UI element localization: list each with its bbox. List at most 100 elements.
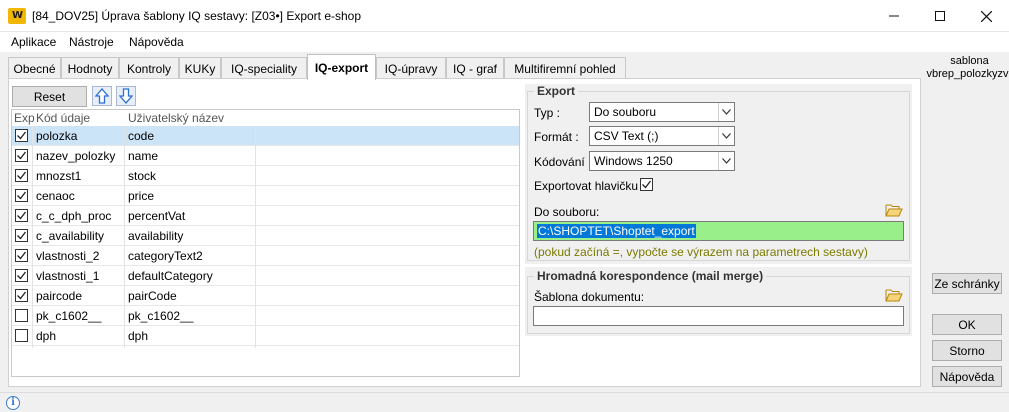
close-icon <box>980 10 992 22</box>
folder-open-icon[interactable] <box>885 287 903 302</box>
table-row[interactable]: pk_c1602__ pk_c1602__ <box>12 306 519 326</box>
export-group: Export Typ : Do souboru Formát : CSV Tex… <box>527 84 910 261</box>
tab-kuky[interactable]: KUKy <box>179 57 221 79</box>
table-row[interactable]: c_c_dph_proc percentVat <box>12 206 519 226</box>
field-code: nazev_polozky <box>36 149 116 163</box>
table-row[interactable]: cenaoc price <box>12 186 519 206</box>
maximize-button[interactable] <box>917 0 963 32</box>
format-select[interactable]: CSV Text (;) <box>589 126 735 146</box>
export-header-label: Exportovat hlavičku : <box>534 179 645 193</box>
type-select[interactable]: Do souboru <box>589 102 735 122</box>
move-down-button[interactable] <box>116 86 136 106</box>
menu-nastroje[interactable]: Nástroje <box>69 35 114 49</box>
app-logo-icon: W <box>8 8 26 24</box>
grid-column-divider <box>124 126 125 348</box>
table-row[interactable]: paircode pairCode <box>12 286 519 306</box>
tab-iq-graf[interactable]: IQ - graf <box>446 57 504 79</box>
field-user-name: pk_c1602__ <box>128 309 194 323</box>
ok-button[interactable]: OK <box>932 314 1002 335</box>
type-label: Typ : <box>534 106 561 120</box>
grid-column-divider <box>32 126 33 348</box>
field-user-name: dph <box>128 329 149 343</box>
checkmark-icon <box>642 180 652 189</box>
tab-hodnoty[interactable]: Hodnoty <box>61 57 119 79</box>
template-name-label-line2: vbrep_polozkyzv <box>926 68 1009 80</box>
tab-multifiremni-pohled[interactable]: Multifiremní pohled <box>504 57 626 79</box>
field-user-name: stock <box>128 169 157 183</box>
field-user-name: availability <box>128 229 184 243</box>
field-code: c_availability <box>36 229 105 243</box>
cancel-button[interactable]: Storno <box>932 340 1002 361</box>
export-group-title: Export <box>534 84 579 98</box>
menu-aplikace[interactable]: Aplikace <box>11 35 56 49</box>
column-header-name[interactable]: Uživatelský název <box>128 111 224 125</box>
tab-iq-upravy[interactable]: IQ-úpravy <box>376 57 446 79</box>
table-row[interactable]: vlastnosti_1 defaultCategory <box>12 266 519 286</box>
field-user-name: name <box>128 149 159 163</box>
file-path-selection: C:\SHOPTET\Shoptet_export <box>537 224 696 238</box>
type-select-value: Do souboru <box>594 105 657 119</box>
table-row[interactable]: mnozst1 stock <box>12 166 519 186</box>
export-fields-grid[interactable]: Exp Kód údaje Uživatelský název polozka … <box>11 109 520 377</box>
menu-napoveda[interactable]: Nápověda <box>129 35 184 49</box>
checkmark-icon <box>17 291 27 300</box>
field-code: c_c_dph_proc <box>36 209 112 223</box>
exp-checkbox[interactable] <box>15 229 28 242</box>
folder-open-icon[interactable] <box>885 202 903 217</box>
mailmerge-group: Hromadná korespondence (mail merge) Šabl… <box>527 269 910 334</box>
exp-checkbox[interactable] <box>15 309 28 322</box>
encoding-select-value: Windows 1250 <box>594 154 673 168</box>
status-bar: i <box>0 392 1009 412</box>
table-row[interactable]: polozka code <box>12 126 519 146</box>
template-input[interactable] <box>533 306 904 326</box>
exp-checkbox[interactable] <box>15 329 28 342</box>
chevron-down-icon <box>718 103 734 121</box>
tab-iq-export[interactable]: IQ-export <box>307 54 376 80</box>
file-path-input[interactable]: C:\SHOPTET\Shoptet_export <box>533 221 904 241</box>
close-button[interactable] <box>963 0 1009 32</box>
from-clipboard-button[interactable]: Ze schránky <box>932 273 1002 294</box>
field-code: dph <box>36 329 57 343</box>
checkmark-icon <box>17 191 27 200</box>
exp-checkbox[interactable] <box>15 289 28 302</box>
template-name-label-line1: sablona <box>950 55 989 67</box>
exp-checkbox[interactable] <box>15 209 28 222</box>
table-row[interactable]: vlastnosti_2 categoryText2 <box>12 246 519 266</box>
checkmark-icon <box>17 231 27 240</box>
column-header-exp[interactable]: Exp <box>14 111 35 125</box>
tab-iq-speciality[interactable]: IQ-speciality <box>221 57 307 79</box>
table-row[interactable]: c_availability availability <box>12 226 519 246</box>
field-code: mnozst1 <box>36 169 82 183</box>
exp-checkbox[interactable] <box>15 249 28 262</box>
table-row[interactable]: nazev_polozky name <box>12 146 519 166</box>
export-header-checkbox[interactable] <box>640 178 653 191</box>
table-row[interactable]: dph dph <box>12 326 519 346</box>
checkmark-icon <box>17 151 27 160</box>
reset-button[interactable]: Reset <box>12 86 87 107</box>
help-button[interactable]: Nápověda <box>932 366 1002 387</box>
field-code: pk_c1602__ <box>36 309 102 323</box>
arrow-up-icon <box>95 88 109 104</box>
exp-checkbox[interactable] <box>15 269 28 282</box>
file-label: Do souboru: <box>534 205 600 219</box>
column-header-code[interactable]: Kód údaje <box>36 111 90 125</box>
info-icon[interactable]: i <box>6 396 20 410</box>
field-user-name: categoryText2 <box>128 249 203 263</box>
move-up-button[interactable] <box>92 86 112 106</box>
field-user-name: percentVat <box>128 209 186 223</box>
exp-checkbox[interactable] <box>15 149 28 162</box>
encoding-label: Kódování : <box>534 155 592 169</box>
exp-checkbox[interactable] <box>15 169 28 182</box>
field-user-name: pairCode <box>128 289 177 303</box>
tab-kontroly[interactable]: Kontroly <box>119 57 179 79</box>
file-hint: (pokud začíná =, vypočte se výrazem na p… <box>534 245 868 259</box>
exp-checkbox[interactable] <box>15 189 28 202</box>
exp-checkbox[interactable] <box>15 129 28 142</box>
encoding-select[interactable]: Windows 1250 <box>589 151 735 171</box>
checkmark-icon <box>17 271 27 280</box>
minimize-button[interactable] <box>871 0 917 32</box>
field-code: paircode <box>36 289 83 303</box>
mailmerge-group-title: Hromadná korespondence (mail merge) <box>534 269 767 283</box>
checkmark-icon <box>17 251 27 260</box>
tab-obecne[interactable]: Obecné <box>8 57 61 79</box>
